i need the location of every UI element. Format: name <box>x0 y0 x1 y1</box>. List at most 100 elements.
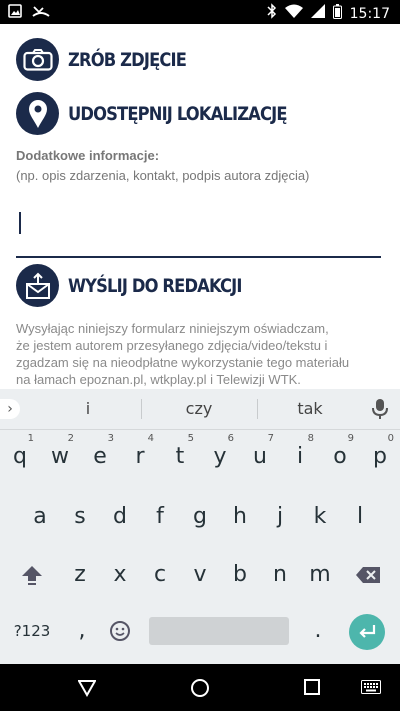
home-icon[interactable] <box>190 678 210 703</box>
key-label: m <box>309 562 331 587</box>
enter-icon <box>357 619 377 644</box>
key-label: z <box>74 562 86 587</box>
key-hint: 8 <box>307 433 314 444</box>
additional-info-input[interactable] <box>16 204 381 258</box>
send-to-editors-label: WYŚLIJ DO REDAKCJI <box>68 274 242 297</box>
key-label: j <box>276 504 284 529</box>
key-k[interactable]: k <box>300 491 340 543</box>
key-hint: 3 <box>107 433 114 444</box>
key-label: , <box>78 618 86 643</box>
key-hint: 7 <box>267 433 274 444</box>
key-d[interactable]: d <box>100 491 140 543</box>
key-hint: 5 <box>187 433 194 444</box>
camera-icon <box>16 38 59 81</box>
key-row-1: 1q 2w 3e 4r 5t 6y 7u 8i 9o 0p <box>0 431 400 483</box>
missed-call-icon <box>32 4 50 23</box>
key-l[interactable]: l <box>340 491 380 543</box>
keyboard-switch-icon[interactable] <box>361 680 381 699</box>
key-hint: 2 <box>67 433 74 444</box>
suggestion-1[interactable]: i <box>33 399 143 418</box>
emoji-icon <box>109 618 131 643</box>
signal-icon <box>310 4 325 23</box>
suggestion-2[interactable]: czy <box>144 399 254 418</box>
key-c[interactable]: c <box>140 549 180 601</box>
key-label: v <box>193 562 207 587</box>
key-i[interactable]: 8i <box>280 431 320 483</box>
key-label: k <box>313 504 327 529</box>
key-label: g <box>193 504 207 529</box>
key-label: r <box>135 444 145 469</box>
recents-icon[interactable] <box>304 679 320 700</box>
key-label: x <box>113 562 127 587</box>
suggestion-3[interactable]: tak <box>255 399 365 418</box>
key-label: s <box>74 504 86 529</box>
enter-key[interactable] <box>349 614 385 650</box>
key-n[interactable]: n <box>260 549 300 601</box>
shift-icon <box>20 562 44 587</box>
emoji-key[interactable] <box>100 605 140 657</box>
key-f[interactable]: f <box>140 491 180 543</box>
key-v[interactable]: v <box>180 549 220 601</box>
share-location-button[interactable]: UDOSTĘPNIJ LOKALIZACJĘ <box>16 92 322 135</box>
disclaimer-line: zgadzam się na nieodpłatne wykorzystanie… <box>16 355 350 370</box>
key-e[interactable]: 3e <box>80 431 120 483</box>
key-hint: 4 <box>147 433 154 444</box>
key-o[interactable]: 9o <box>320 431 360 483</box>
key-hint: 6 <box>227 433 234 444</box>
key-h[interactable]: h <box>220 491 260 543</box>
consent-disclaimer: Wysyłając niniejszy formularz niniejszym… <box>16 320 388 388</box>
key-w[interactable]: 2w <box>40 431 80 483</box>
key-s[interactable]: s <box>60 491 100 543</box>
key-label: w <box>51 444 69 469</box>
key-label: ?123 <box>13 622 51 640</box>
key-u[interactable]: 7u <box>240 431 280 483</box>
key-label: o <box>333 444 347 469</box>
send-to-editors-button[interactable]: WYŚLIJ DO REDAKCJI <box>16 264 270 307</box>
backspace-icon <box>355 562 381 587</box>
chevron-right-icon[interactable]: › <box>0 399 20 419</box>
key-row-3: z x c v b n m <box>0 549 400 601</box>
key-x[interactable]: x <box>100 549 140 601</box>
key-label: i <box>296 444 304 469</box>
key-j[interactable]: j <box>260 491 300 543</box>
key-b[interactable]: b <box>220 549 260 601</box>
key-row-4: ?123 , . <box>0 605 400 657</box>
location-pin-icon <box>16 92 59 135</box>
backspace-key[interactable] <box>346 549 390 601</box>
key-label: p <box>373 444 387 469</box>
text-cursor <box>19 212 21 234</box>
key-label: l <box>356 504 364 529</box>
disclaimer-line: że jestem autorem przesyłanego zdjęcia/v… <box>16 338 328 353</box>
key-label: q <box>13 444 27 469</box>
take-photo-button[interactable]: ZRÓB ZDJĘCIE <box>16 38 205 81</box>
key-z[interactable]: z <box>60 549 100 601</box>
key-r[interactable]: 4r <box>120 431 160 483</box>
key-t[interactable]: 5t <box>160 431 200 483</box>
key-label: e <box>93 444 107 469</box>
key-p[interactable]: 0p <box>360 431 400 483</box>
shift-key[interactable] <box>10 549 54 601</box>
clock: 15:17 <box>349 5 390 22</box>
bluetooth-icon <box>267 3 277 24</box>
suggestion-strip: › i czy tak <box>0 389 400 430</box>
info-title: Dodatkowe informacje: <box>16 148 160 163</box>
battery-icon <box>332 3 342 24</box>
key-a[interactable]: a <box>20 491 60 543</box>
key-g[interactable]: g <box>180 491 220 543</box>
key-hint: 9 <box>347 433 354 444</box>
key-comma[interactable]: , <box>62 605 102 657</box>
key-label: n <box>273 562 287 587</box>
key-y[interactable]: 6y <box>200 431 240 483</box>
microphone-icon[interactable] <box>370 398 390 425</box>
key-label: y <box>213 444 227 469</box>
key-row-2: a s d f g h j k l <box>0 491 400 543</box>
key-period[interactable]: . <box>298 605 338 657</box>
key-hint: 1 <box>27 433 34 444</box>
key-label: u <box>253 444 267 469</box>
key-q[interactable]: 1q <box>0 431 40 483</box>
symbols-key[interactable]: ?123 <box>6 605 58 657</box>
key-m[interactable]: m <box>300 549 340 601</box>
back-icon[interactable] <box>77 679 97 702</box>
image-icon <box>8 4 22 23</box>
space-key[interactable] <box>149 617 289 645</box>
